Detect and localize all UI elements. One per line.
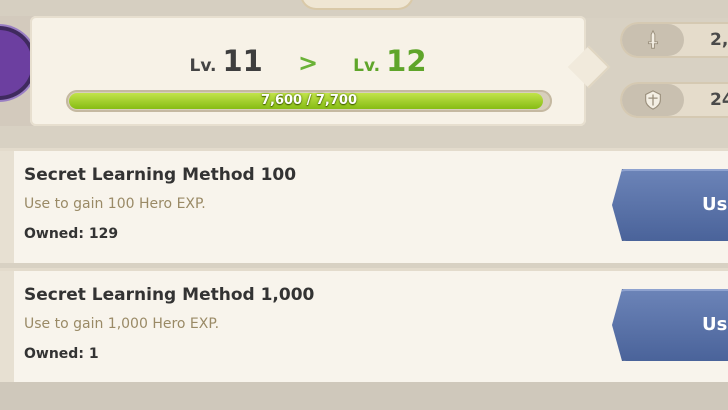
list-item: Secret Learning Method 100 Use to gain 1… bbox=[0, 148, 728, 263]
current-level-value: 11 bbox=[222, 44, 263, 78]
item-description: Use to gain 1,000 Hero EXP. bbox=[24, 316, 220, 332]
item-owned-count: 1 bbox=[88, 346, 99, 362]
stat-attack-value: 2, bbox=[710, 30, 728, 50]
next-level: Lv. 12 bbox=[353, 44, 426, 78]
current-level: Lv. 11 bbox=[189, 44, 262, 78]
hero-portrait bbox=[0, 30, 32, 96]
top-ornament bbox=[300, 0, 414, 10]
next-level-value: 12 bbox=[386, 44, 427, 78]
item-owned: Owned: 129 bbox=[24, 226, 118, 242]
bottom-strip bbox=[0, 382, 728, 410]
use-button[interactable]: Us bbox=[612, 169, 728, 241]
level-transition: Lv. 11 > Lv. 12 bbox=[30, 44, 586, 78]
stat-attack: 2, bbox=[620, 22, 728, 58]
use-button[interactable]: Us bbox=[612, 289, 728, 361]
item-description: Use to gain 100 Hero EXP. bbox=[24, 196, 206, 212]
exp-progress-text: 7,600 / 7,700 bbox=[260, 93, 358, 108]
shield-icon bbox=[645, 90, 661, 110]
item-owned-label: Owned: bbox=[24, 346, 84, 362]
stat-defense-value: 24, bbox=[710, 90, 728, 110]
next-level-label: Lv. bbox=[353, 56, 381, 76]
current-level-label: Lv. bbox=[189, 56, 217, 76]
item-owned-count: 129 bbox=[88, 226, 119, 242]
exp-progress-bar: 7,600 / 7,700 bbox=[66, 90, 552, 112]
level-arrow-icon: > bbox=[297, 49, 319, 77]
stat-defense: 24, bbox=[620, 82, 728, 118]
item-owned-label: Owned: bbox=[24, 226, 84, 242]
stat-attack-icon-wrap bbox=[622, 24, 684, 56]
item-name: Secret Learning Method 100 bbox=[24, 165, 297, 185]
stat-defense-icon-wrap bbox=[622, 84, 684, 116]
use-button-label: Us bbox=[702, 314, 728, 335]
use-button-label: Us bbox=[702, 194, 728, 215]
level-up-panel: Lv. 11 > Lv. 12 7,600 / 7,700 bbox=[30, 16, 586, 126]
sword-icon bbox=[647, 29, 659, 49]
item-owned: Owned: 1 bbox=[24, 346, 99, 362]
list-item: Secret Learning Method 1,000 Use to gain… bbox=[0, 268, 728, 383]
item-name: Secret Learning Method 1,000 bbox=[24, 285, 315, 305]
